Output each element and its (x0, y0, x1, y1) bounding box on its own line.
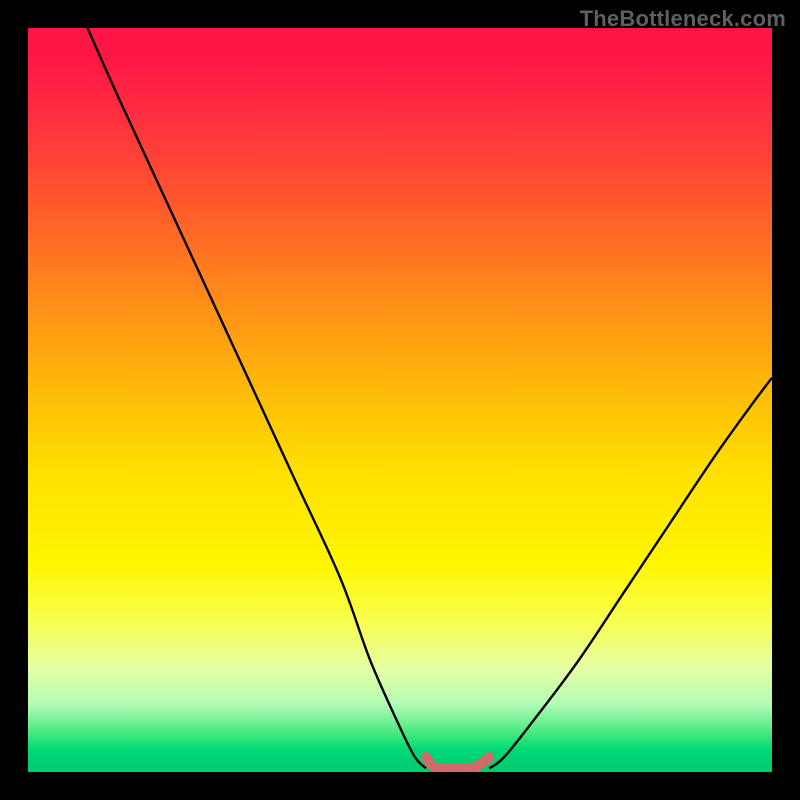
valley-marker (426, 757, 489, 769)
plot-area (28, 28, 772, 772)
valley-marker-path (426, 757, 489, 769)
right-curve-path (489, 378, 772, 769)
chart-svg (28, 28, 772, 772)
right-curve (489, 378, 772, 769)
watermark-text: TheBottleneck.com (580, 6, 786, 32)
left-curve-path (88, 28, 427, 768)
chart-stage: TheBottleneck.com (0, 0, 800, 800)
left-curve (88, 28, 427, 768)
